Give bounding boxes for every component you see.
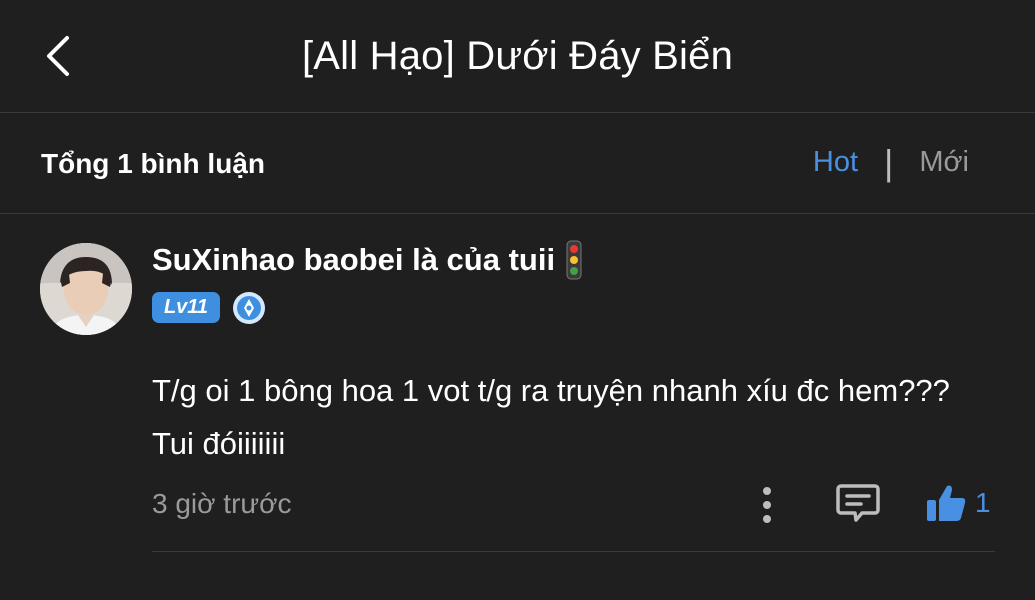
- more-icon: [763, 487, 771, 523]
- header: [All Hạo] Dưới Đáy Biển: [0, 0, 1035, 113]
- comments-screen: [All Hạo] Dưới Đáy Biển Tổng 1 bình luận…: [0, 0, 1035, 600]
- comment-text: T/g oi 1 bông hoa 1 vot t/g ra truyện nh…: [152, 373, 950, 461]
- comment-count-label: Tổng 1 bình luận: [41, 148, 265, 179]
- comment-username[interactable]: SuXinhao baobei là của tuii: [152, 240, 583, 280]
- like-icon: [927, 485, 966, 521]
- like-button[interactable]: 1: [925, 478, 1000, 528]
- reply-icon: [836, 484, 880, 522]
- reply-button[interactable]: [835, 480, 881, 526]
- level-badge: Lv11: [152, 292, 220, 323]
- avatar[interactable]: [40, 243, 132, 335]
- comment-timestamp: 3 giờ trước: [152, 488, 292, 519]
- page-title: [All Hạo] Dưới Đáy Biển: [301, 34, 734, 78]
- sort-separator: |: [884, 142, 894, 183]
- more-options-button[interactable]: [752, 483, 782, 527]
- comment-divider: [152, 551, 995, 552]
- sort-hot-tab[interactable]: Hot: [813, 146, 858, 179]
- traffic-light-icon: [566, 240, 582, 280]
- sort-switch: Hot | Mới: [813, 142, 969, 183]
- username-text: SuXinhao baobei là của tuii: [152, 242, 556, 277]
- like-count: 1: [975, 487, 991, 518]
- avatar-image: [40, 243, 132, 335]
- sort-new-tab[interactable]: Mới: [919, 146, 969, 179]
- medal-icon: [233, 292, 265, 324]
